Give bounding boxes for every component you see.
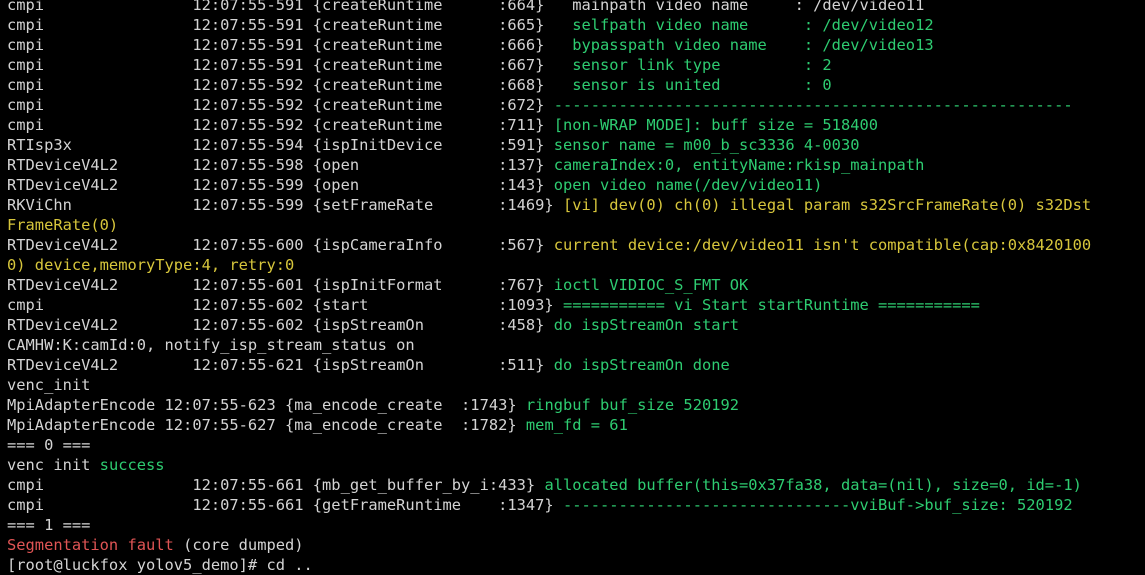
terminal-text-segment: cmpi 12:07:55-602 {start :1093} (7, 296, 563, 314)
terminal-line: cmpi 12:07:55-592 {createRuntime :672} -… (7, 95, 1143, 115)
terminal-text-segment: === 1 === (7, 516, 91, 534)
terminal-text-segment: -------------------------------vviBuf->b… (562, 496, 1073, 514)
terminal-text-segment: [vi] dev(0) ch(0) illegal param s32SrcFr… (562, 196, 1092, 214)
terminal-line: venc init success (7, 455, 1143, 475)
terminal-text-segment: cmpi 12:07:55-591 {createRuntime :666} (7, 36, 573, 54)
terminal-text-segment: allocated buffer(this=0x37fa38, data=(ni… (544, 476, 1082, 494)
terminal-text-segment: current device:/dev/video11 isn't compat… (553, 236, 1092, 254)
terminal-text-segment: cmpi 12:07:55-592 {createRuntime :672} (7, 96, 554, 114)
terminal-text-segment: cmpi 12:07:55-591 {createRuntime :664} m… (7, 0, 925, 14)
terminal-text-segment: MpiAdapterEncode 12:07:55-627 {ma_encode… (7, 416, 526, 434)
terminal-text-segment: cmpi 12:07:55-592 {createRuntime :668} (7, 76, 573, 94)
terminal-line: cmpi 12:07:55-591 {createRuntime :664} m… (7, 0, 1143, 15)
terminal-text-segment: =========== vi Start startRuntime ======… (562, 296, 980, 314)
terminal-text-segment: success (99, 456, 165, 474)
terminal-text-segment: do ispStreamOn start (553, 316, 740, 334)
terminal-text-segment: RTDeviceV4L2 12:07:55-621 {ispStreamOn :… (7, 356, 554, 374)
terminal-text-segment: === 0 === (7, 436, 91, 454)
terminal-line: cmpi 12:07:55-592 {createRuntime :668} s… (7, 75, 1143, 95)
terminal-line: RTIsp3x 12:07:55-594 {ispInitDevice :591… (7, 135, 1143, 155)
terminal-text-segment: bypasspath video name : /dev/video13 (572, 36, 934, 54)
terminal-line: [root@luckfox yolov5_demo]# cd .. (7, 555, 1143, 575)
terminal-text-segment: 0) device,memoryType:4, retry:0 (7, 256, 295, 274)
terminal-text-segment: ringbuf buf_size 520192 (525, 396, 740, 414)
terminal-line: cmpi 12:07:55-592 {createRuntime :711} [… (7, 115, 1143, 135)
terminal-text-segment: sensor name = m00_b_sc3336 4-0030 (553, 136, 860, 154)
terminal-line: cmpi 12:07:55-591 {createRuntime :667} s… (7, 55, 1143, 75)
terminal-text-segment: sensor is united : 0 (572, 76, 832, 94)
terminal-text-segment: RTDeviceV4L2 12:07:55-598 {open :137} (7, 156, 554, 174)
terminal-text-segment: (core dumped) (173, 536, 304, 554)
terminal-text-segment: Segmentation fault (7, 536, 174, 554)
terminal-text-segment: open video name(/dev/video11) (553, 176, 823, 194)
terminal-line: cmpi 12:07:55-661 {getFrameRuntime :1347… (7, 495, 1143, 515)
terminal-text-segment: RTDeviceV4L2 12:07:55-602 {ispStreamOn :… (7, 316, 554, 334)
terminal-line: === 0 === (7, 435, 1143, 455)
terminal-line: cmpi 12:07:55-591 {createRuntime :666} b… (7, 35, 1143, 55)
terminal-line: RKViChn 12:07:55-599 {setFrameRate :1469… (7, 195, 1143, 215)
terminal-line: cmpi 12:07:55-591 {createRuntime :665} s… (7, 15, 1143, 35)
terminal-text-segment: CAMHW:K:camId:0, notify_isp_stream_statu… (7, 336, 415, 354)
terminal-text-segment: cameraIndex:0, entityName:rkisp_mainpath (553, 156, 925, 174)
terminal-text-segment: RKViChn 12:07:55-599 {setFrameRate :1469… (7, 196, 563, 214)
terminal-text-segment: venc init (7, 456, 100, 474)
terminal-line: RTDeviceV4L2 12:07:55-602 {ispStreamOn :… (7, 315, 1143, 335)
terminal-line: CAMHW:K:camId:0, notify_isp_stream_statu… (7, 335, 1143, 355)
terminal-line: RTDeviceV4L2 12:07:55-601 {ispInitFormat… (7, 275, 1143, 295)
terminal-text-segment: ----------------------------------------… (553, 96, 1073, 114)
terminal-line: MpiAdapterEncode 12:07:55-627 {ma_encode… (7, 415, 1143, 435)
terminal-text-segment: cmpi 12:07:55-591 {createRuntime :667} (7, 56, 573, 74)
terminal-text-segment: [non-WRAP MODE]: buff size = 518400 (553, 116, 879, 134)
terminal-text-segment: do ispStreamOn done (553, 356, 730, 374)
terminal-text-segment: cmpi 12:07:55-661 {mb_get_buffer_by_i:43… (7, 476, 545, 494)
terminal-text-segment: ioctl VIDIOC_S_FMT OK (553, 276, 749, 294)
terminal-text-segment: cmpi 12:07:55-591 {createRuntime :665} (7, 16, 573, 34)
terminal-line: cmpi 12:07:55-661 {mb_get_buffer_by_i:43… (7, 475, 1143, 495)
terminal-text-segment: RTDeviceV4L2 12:07:55-599 {open :143} (7, 176, 554, 194)
terminal-text-segment: mem_fd = 61 (525, 416, 628, 434)
terminal-text-segment: FrameRate(0) (7, 216, 119, 234)
terminal-line: RTDeviceV4L2 12:07:55-600 {ispCameraInfo… (7, 235, 1143, 255)
terminal-text-segment: RTIsp3x 12:07:55-594 {ispInitDevice :591… (7, 136, 554, 154)
terminal-line: RTDeviceV4L2 12:07:55-599 {open :143} op… (7, 175, 1143, 195)
terminal-line: RTDeviceV4L2 12:07:55-621 {ispStreamOn :… (7, 355, 1143, 375)
terminal-text-segment: selfpath video name : /dev/video12 (572, 16, 934, 34)
terminal-text-segment: venc_init (7, 376, 91, 394)
terminal-output[interactable]: cmpi 12:07:55-591 {createRuntime :664} m… (7, 0, 1143, 575)
terminal-line: cmpi 12:07:55-602 {start :1093} ========… (7, 295, 1143, 315)
terminal-line: venc_init (7, 375, 1143, 395)
terminal-text-segment: cmpi 12:07:55-592 {createRuntime :711} (7, 116, 554, 134)
terminal-text-segment: RTDeviceV4L2 12:07:55-601 {ispInitFormat… (7, 276, 554, 294)
terminal-text-segment: sensor link type : 2 (572, 56, 832, 74)
terminal-line: RTDeviceV4L2 12:07:55-598 {open :137} ca… (7, 155, 1143, 175)
terminal-text-segment: RTDeviceV4L2 12:07:55-600 {ispCameraInfo… (7, 236, 554, 254)
terminal-text-segment: MpiAdapterEncode 12:07:55-623 {ma_encode… (7, 396, 526, 414)
terminal-text-segment: cmpi 12:07:55-661 {getFrameRuntime :1347… (7, 496, 563, 514)
terminal-line: Segmentation fault (core dumped) (7, 535, 1143, 555)
terminal-line: === 1 === (7, 515, 1143, 535)
terminal-window[interactable]: { "colors": { "background": "#000000", "… (0, 0, 1145, 574)
terminal-line: MpiAdapterEncode 12:07:55-623 {ma_encode… (7, 395, 1143, 415)
terminal-line: FrameRate(0) (7, 215, 1143, 235)
terminal-text-segment: [root@luckfox yolov5_demo]# cd .. (7, 556, 313, 574)
terminal-line: 0) device,memoryType:4, retry:0 (7, 255, 1143, 275)
